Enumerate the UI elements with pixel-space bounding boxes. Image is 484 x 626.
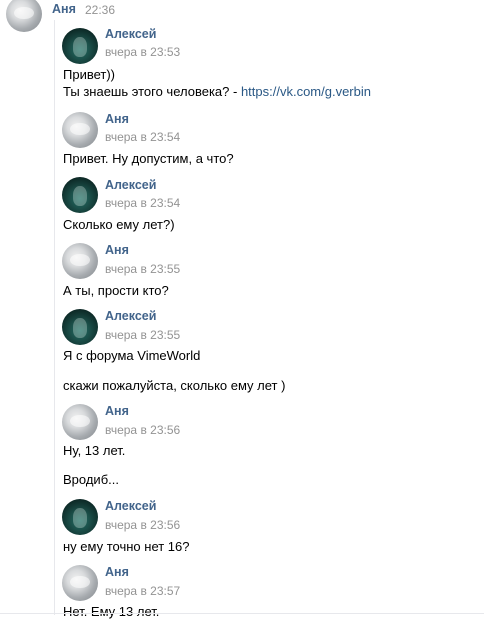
avatar[interactable]	[62, 243, 98, 279]
avatar[interactable]	[62, 309, 98, 345]
message-time[interactable]: вчера в 23:54	[105, 130, 180, 144]
message-text: Ты знаешь этого человека? - https://vk.c…	[63, 84, 371, 99]
avatar[interactable]	[62, 112, 98, 148]
author-name[interactable]: Аня	[52, 2, 76, 16]
author-name[interactable]: Алексей	[105, 178, 156, 192]
message-text: Привет. Ну допустим, а что?	[63, 151, 234, 166]
avatar[interactable]	[62, 404, 98, 440]
message-time[interactable]: 22:36	[85, 3, 115, 17]
message-time[interactable]: вчера в 23:56	[105, 423, 180, 437]
author-name[interactable]: Алексей	[105, 499, 156, 513]
author-name[interactable]: Аня	[105, 565, 129, 579]
message-text: ну ему точно нет 16?	[63, 539, 190, 554]
message-text-prefix: Ты знаешь этого человека? -	[63, 84, 241, 99]
profile-link[interactable]: https://vk.com/g.verbin	[241, 84, 371, 99]
message-text: Вродиб...	[63, 472, 119, 487]
message-text: скажи пожалуйста, сколько ему лет )	[63, 378, 286, 393]
message-time[interactable]: вчера в 23:55	[105, 262, 180, 276]
message-time[interactable]: вчера в 23:53	[105, 45, 180, 59]
message-text: Я с форума VimeWorld	[63, 348, 201, 363]
avatar[interactable]	[62, 28, 98, 64]
avatar[interactable]	[62, 177, 98, 213]
message-text: Ну, 13 лет.	[63, 443, 126, 458]
message-text: Нет. Ему 13 лет.	[63, 604, 160, 619]
thread-divider	[54, 20, 55, 615]
message-time[interactable]: вчера в 23:57	[105, 584, 180, 598]
avatar[interactable]	[62, 499, 98, 535]
bottom-divider	[0, 613, 484, 614]
message-text: Привет))	[63, 67, 116, 82]
author-name[interactable]: Аня	[105, 112, 129, 126]
message-time[interactable]: вчера в 23:54	[105, 196, 180, 210]
message-text: А ты, прости кто?	[63, 283, 169, 298]
message-time[interactable]: вчера в 23:55	[105, 328, 180, 342]
author-name[interactable]: Алексей	[105, 309, 156, 323]
avatar[interactable]	[6, 0, 42, 32]
message-time[interactable]: вчера в 23:56	[105, 518, 180, 532]
author-name[interactable]: Аня	[105, 243, 129, 257]
message-text: Сколько ему лет?)	[63, 217, 175, 232]
avatar[interactable]	[62, 565, 98, 601]
author-name[interactable]: Алексей	[105, 27, 156, 41]
author-name[interactable]: Аня	[105, 404, 129, 418]
